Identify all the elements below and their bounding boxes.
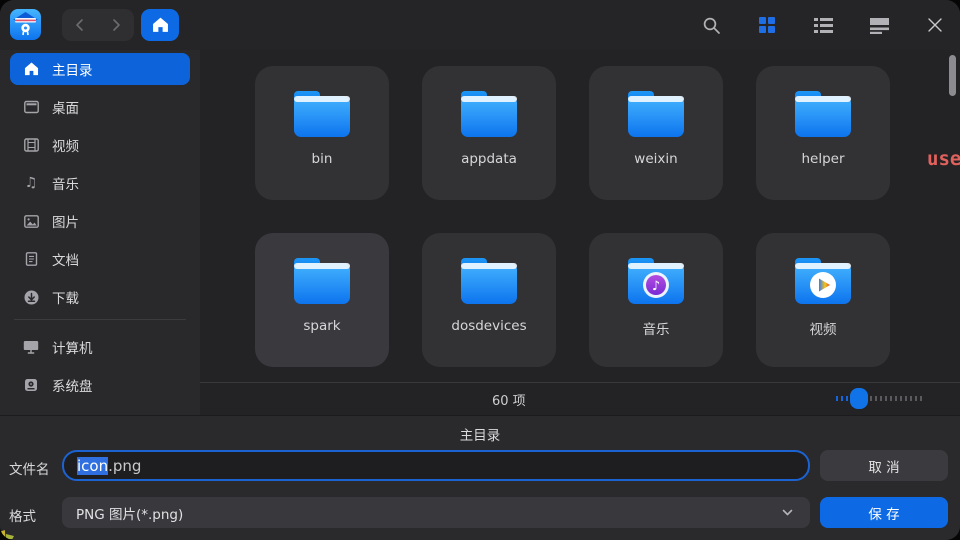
sidebar-item-computer[interactable]: 计算机 [10, 331, 190, 363]
list-view-icon [814, 17, 833, 34]
folder-icon: ♪ [625, 256, 687, 306]
forward-button[interactable] [101, 10, 131, 40]
titlebar-actions [694, 9, 956, 41]
computer-icon [23, 339, 39, 355]
chevron-down-icon [781, 506, 794, 523]
format-select[interactable]: PNG 图片(*.png) [62, 497, 810, 528]
folder-name: appdata [461, 151, 517, 167]
video-badge-icon [810, 272, 836, 298]
nav-buttons [62, 9, 134, 41]
sidebar-item-downloads[interactable]: 下载 [10, 281, 190, 313]
folder-tile-bin[interactable]: bin [255, 66, 389, 200]
detail-view-icon [870, 17, 889, 34]
music-badge-icon: ♪ [643, 272, 669, 298]
document-icon [23, 251, 39, 267]
sidebar-item-music[interactable]: ♫ 音乐 [10, 167, 190, 199]
folder-name: weixin [634, 151, 677, 167]
overlay-red-text: use [927, 148, 960, 170]
grid-view-button[interactable] [750, 9, 784, 41]
folder-tile-spark[interactable]: spark [255, 233, 389, 367]
close-button[interactable] [918, 9, 952, 41]
sidebar-item-label: 图片 [52, 211, 79, 231]
scrollbar-thumb[interactable] [949, 55, 956, 96]
svg-text:♪: ♪ [652, 279, 660, 294]
filename-input[interactable]: icon.png [62, 450, 810, 481]
sidebar-item-label: 桌面 [52, 97, 79, 117]
sidebar-item-volume[interactable]: 157.9 GB 卷 [10, 407, 190, 415]
sidebar: 主目录 桌面 视频 ♫ 音乐 图片 文档 下载 计算机 [0, 50, 200, 415]
folder-name: dosdevices [451, 318, 526, 334]
item-count: 60 项 [492, 390, 526, 409]
sidebar-divider [14, 319, 186, 320]
file-manager-window: 主目录 桌面 视频 ♫ 音乐 图片 文档 下载 计算机 [0, 0, 960, 540]
format-label: 格式 [9, 505, 36, 525]
folder-tile-helper[interactable]: helper [756, 66, 890, 200]
folder-tile-weixin[interactable]: weixin [589, 66, 723, 200]
video-icon [23, 137, 39, 153]
folder-name: spark [303, 318, 340, 334]
folder-grid: bin appdata weixin helper spark dosdevic… [200, 50, 960, 382]
desktop-icon [23, 99, 39, 115]
format-value: PNG 图片(*.png) [76, 503, 183, 523]
chevron-left-icon [73, 18, 87, 32]
music-icon: ♫ [23, 175, 39, 191]
sidebar-item-label: 系统盘 [52, 375, 93, 395]
disk-icon [23, 377, 39, 393]
search-icon [702, 16, 721, 35]
download-icon [23, 289, 39, 305]
statusbar: 60 项 [200, 382, 960, 415]
folder-name: helper [801, 151, 844, 167]
sidebar-item-documents[interactable]: 文档 [10, 243, 190, 275]
folder-icon [458, 89, 520, 139]
home-icon [23, 61, 39, 77]
slider-track [870, 396, 925, 401]
titlebar [0, 0, 960, 50]
app-logo-icon [10, 9, 41, 40]
sidebar-item-label: 文档 [52, 249, 79, 269]
cancel-button[interactable]: 取 消 [820, 450, 948, 481]
filename-selected-text: icon [77, 457, 108, 475]
sidebar-item-label: 下载 [52, 287, 79, 307]
folder-name: 视频 [810, 318, 837, 338]
image-icon [23, 213, 39, 229]
grid-view-icon [758, 16, 776, 34]
home-icon [152, 17, 169, 33]
back-button[interactable] [65, 10, 95, 40]
current-location: 主目录 [0, 424, 960, 444]
filename-extension-text: .png [108, 457, 141, 475]
folder-icon [291, 256, 353, 306]
folder-name: bin [312, 151, 333, 167]
icon-size-slider[interactable] [836, 388, 926, 409]
sidebar-item-label: 计算机 [52, 337, 93, 357]
sidebar-item-videos[interactable]: 视频 [10, 129, 190, 161]
sidebar-item-label: 音乐 [52, 173, 79, 193]
folder-icon [291, 89, 353, 139]
folder-icon [625, 89, 687, 139]
search-button[interactable] [694, 9, 728, 41]
sidebar-item-system-disk[interactable]: 系统盘 [10, 369, 190, 401]
sidebar-item-label: 主目录 [52, 59, 93, 79]
folder-icon [792, 256, 854, 306]
home-crumb-button[interactable] [141, 9, 179, 41]
slider-handle[interactable] [850, 388, 868, 409]
folder-name: 音乐 [643, 318, 670, 338]
sidebar-item-label: 视频 [52, 135, 79, 155]
save-button[interactable]: 保 存 [820, 497, 948, 528]
folder-tile-videos[interactable]: 视频 [756, 233, 890, 367]
sidebar-item-pictures[interactable]: 图片 [10, 205, 190, 237]
chevron-right-icon [109, 18, 123, 32]
detail-view-button[interactable] [862, 9, 896, 41]
folder-tile-appdata[interactable]: appdata [422, 66, 556, 200]
sidebar-item-home[interactable]: 主目录 [10, 53, 190, 85]
folder-icon [458, 256, 520, 306]
close-icon [927, 17, 943, 33]
folder-icon [792, 89, 854, 139]
slider-track-filled [836, 396, 850, 401]
filename-label: 文件名 [9, 458, 50, 478]
list-view-button[interactable] [806, 9, 840, 41]
folder-tile-dosdevices[interactable]: dosdevices [422, 233, 556, 367]
folder-tile-music[interactable]: ♪ 音乐 [589, 233, 723, 367]
sidebar-item-desktop[interactable]: 桌面 [10, 91, 190, 123]
save-dialog-footer: 主目录 文件名 icon.png 取 消 格式 PNG 图片(*.png) 保 … [0, 415, 960, 540]
